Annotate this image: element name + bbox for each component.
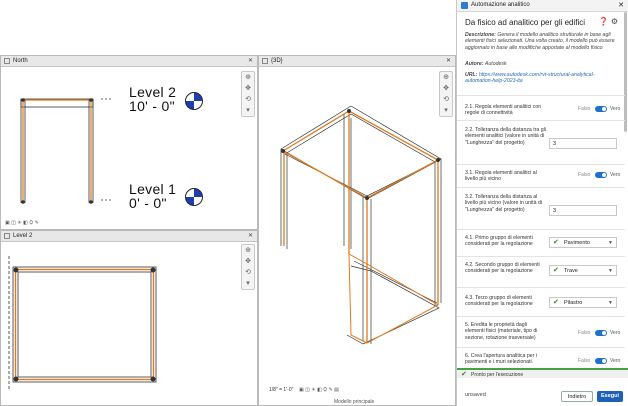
toggle-false-label: Falso (578, 172, 591, 178)
group-select[interactable]: ✔ Trave ▼ (549, 265, 617, 276)
pan-icon[interactable]: ✥ (242, 256, 254, 267)
check-icon: ✔ (553, 239, 559, 246)
panel-title-bar: Automazione analitico ✕ (457, 0, 628, 12)
unsaved-label: unsaved (465, 392, 486, 398)
level1-elevation: 0' - 0" (129, 195, 167, 211)
toggle-true-label: Vero (610, 172, 621, 178)
check-icon: ✔ (553, 267, 559, 274)
orbit-icon[interactable]: ⟲ (242, 94, 254, 105)
toggle-false-label: Falso (578, 330, 591, 336)
setting-label: 2.2. Tolleranza della distanza tra gli e… (465, 127, 546, 146)
model-selector[interactable]: Modello principale (334, 398, 374, 405)
toggle-switch[interactable] (595, 358, 607, 364)
check-icon: ✔ (553, 299, 559, 306)
3d-view[interactable]: {3D} ✕ ⊕ ✥ ⟲ ▾ 1/8" = 1'-0" ▣ ◫ ☀ ◧ ⛭ ✎ ▤ M… (258, 55, 456, 406)
toggle-switch[interactable] (595, 172, 607, 178)
toggle-true-label: Vero (610, 106, 621, 112)
run-button[interactable]: Esegui (597, 391, 623, 402)
level2-plan-drawing (8, 256, 157, 391)
url-label: URL: (465, 72, 478, 78)
select-value: Trave (564, 268, 578, 274)
setting-label: 5. Eredita le proprietà dagli elementi f… (465, 322, 538, 341)
level-head-marker-icon[interactable] (185, 188, 203, 206)
group-select[interactable]: ✔ Pavimento ▼ (549, 237, 617, 248)
close-icon[interactable]: ✕ (618, 0, 624, 11)
setting-label: 4.1. Primo gruppo di elementi considerat… (465, 235, 533, 248)
pan-icon[interactable]: ✥ (440, 83, 452, 94)
setting-label: 3.1. Regola elementi analitici al livell… (465, 170, 537, 183)
back-button[interactable]: Indietro (561, 391, 593, 402)
setting-row: 2.1. Regola elementi analitici con regol… (457, 95, 625, 120)
chevron-down-icon: ▼ (608, 300, 613, 306)
panel-window-title: Automazione analitico (471, 2, 530, 8)
orbit-icon[interactable]: ⟲ (440, 94, 452, 105)
setting-label: 3.2. Tolleranza della distanza al livell… (465, 194, 542, 213)
view-control-bar[interactable]: ▣ ◫ ☀ ◧ ⛭ ✎ (5, 219, 39, 228)
zoom-icon[interactable]: ⊕ (242, 245, 254, 256)
url-link[interactable]: https://www.autodesk.com/rvt-structural-… (465, 72, 594, 84)
level2-plan-view[interactable]: Level 2 ✕ ⊕ ✥ ⟲ ▾ (0, 230, 258, 406)
pan-icon[interactable]: ✥ (242, 83, 254, 94)
view-scale[interactable]: 1/8" = 1'-0" (269, 386, 293, 395)
automation-panel: Automazione analitico ✕ Da fisico ad ana… (456, 0, 628, 406)
level2-elevation: 10' - 0" (129, 98, 175, 114)
select-value: Pilastro (564, 300, 583, 306)
chevron-down-icon: ▼ (608, 240, 613, 246)
description-label: Descrizione: (465, 32, 496, 38)
setting-row: 4.2. Secondo gruppo di elementi consider… (457, 256, 625, 287)
setting-label: 2.1. Regola elementi analitici con regol… (465, 104, 542, 117)
setting-label: 4.2. Secondo gruppo di elementi consider… (465, 262, 540, 275)
status-bar: ✔ Pronto per l'esecuzione (457, 368, 628, 378)
check-icon: ✔ (461, 371, 467, 378)
description: Descrizione: Genera il modello analitico… (465, 32, 615, 51)
chevron-down-icon[interactable]: ▾ (440, 105, 452, 116)
toggle-switch[interactable] (595, 330, 607, 336)
panel-footer: unsaved Indietro Esegui (457, 388, 628, 406)
tolerance-input[interactable]: 3 (549, 205, 617, 216)
zoom-icon[interactable]: ⊕ (440, 72, 452, 83)
zoom-icon[interactable]: ⊕ (242, 72, 254, 83)
setting-row: 6. Crea l'apertura analitica per i pavim… (457, 347, 625, 368)
navigation-bar[interactable]: ⊕ ✥ ⟲ ▾ (439, 71, 453, 117)
chevron-down-icon[interactable]: ▾ (242, 105, 254, 116)
help-icon[interactable]: ❓ ⚙ (599, 17, 618, 26)
setting-row: 4.3. Terzo gruppo di elementi considerat… (457, 287, 625, 316)
toggle-false-label: Falso (578, 358, 591, 364)
chevron-down-icon: ▼ (608, 268, 613, 274)
setting-label: 6. Crea l'apertura analitica per i pavim… (465, 353, 537, 366)
toggle-false-label: Falso (578, 106, 591, 112)
setting-label: 4.3. Terzo gruppo di elementi considerat… (465, 295, 533, 308)
toggle-true-label: Vero (610, 330, 621, 336)
setting-row: 3.2. Tolleranza della distanza al livell… (457, 187, 625, 230)
setting-row: 2.2. Tolleranza della distanza tra gli e… (457, 120, 625, 165)
page-title: Da fisico ad analitico per gli edifici (465, 18, 586, 27)
author-value: Autodesk (484, 61, 507, 67)
select-value: Pavimento (564, 240, 590, 246)
toggle-true-label: Vero (610, 358, 621, 364)
view-control-icons[interactable]: ▣ ◫ ☀ ◧ ⛭ ✎ ▤ (299, 386, 339, 395)
navigation-bar[interactable]: ⊕ ✥ ⟲ ▾ (241, 71, 255, 117)
author: Autore: Autodesk (465, 61, 615, 67)
navigation-bar[interactable]: ⊕ ✥ ⟲ ▾ (241, 244, 255, 290)
level-head-marker-icon[interactable] (185, 92, 203, 110)
north-elevation-view[interactable]: North ✕ Level 2 10' - 0" Level 1 0' - 0"… (0, 55, 258, 230)
setting-row: 5. Eredita le proprietà dagli elementi f… (457, 316, 625, 347)
orbit-icon[interactable]: ⟲ (242, 267, 254, 278)
chevron-down-icon[interactable]: ▾ (242, 278, 254, 289)
status-text: Pronto per l'esecuzione (471, 372, 524, 378)
setting-row: 4.1. Primo gruppo di elementi considerat… (457, 229, 625, 256)
toggle-switch[interactable] (595, 106, 607, 112)
group-select[interactable]: ✔ Pilastro ▼ (549, 297, 617, 308)
setting-row: 3.1. Regola elementi analitici al livell… (457, 164, 625, 187)
url: URL: https://www.autodesk.com/rvt-struct… (465, 72, 615, 85)
tolerance-input[interactable]: 3 (549, 138, 617, 149)
3d-model-drawing (280, 105, 442, 345)
author-label: Autore: (465, 61, 484, 67)
app-icon (461, 2, 468, 9)
